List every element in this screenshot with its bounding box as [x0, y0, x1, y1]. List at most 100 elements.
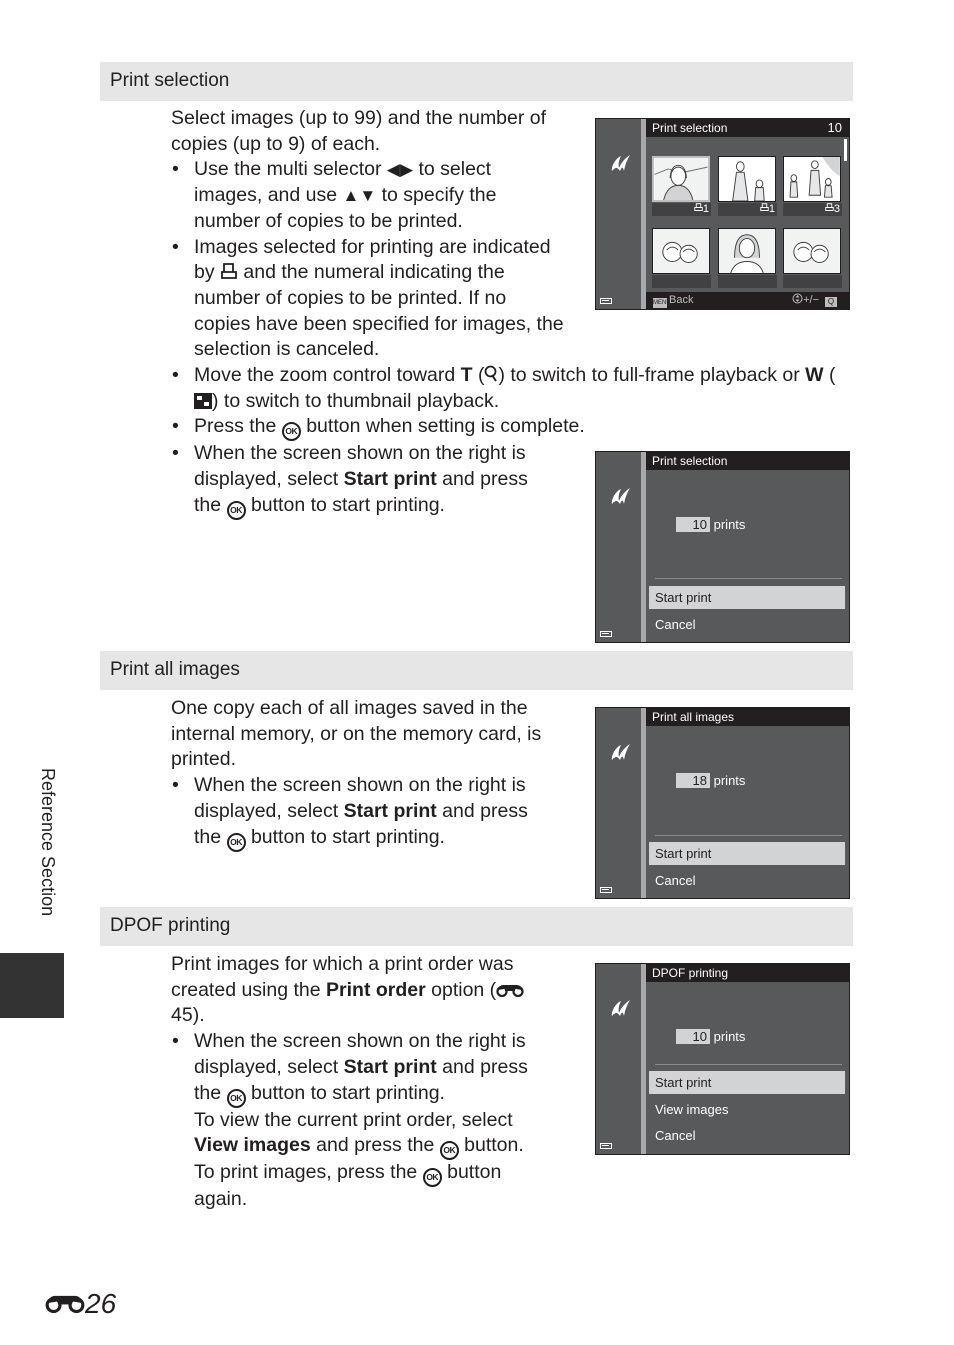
pictbridge-icon — [609, 999, 631, 1017]
battery-icon — [600, 1143, 612, 1149]
bold-text: View images — [194, 1134, 311, 1157]
pictbridge-icon — [609, 154, 631, 172]
camera-screen-print-selection-thumbnails: Print selection 10 1 1 3 MENUBack +/− Q — [595, 118, 850, 310]
ok-button-icon: OK — [281, 422, 301, 442]
thumbnail-woman-portrait[interactable] — [718, 228, 776, 274]
menu-item-start-print[interactable]: Start print — [649, 1071, 845, 1094]
scrollbar[interactable] — [844, 139, 847, 161]
dpof-text: Print images for which a print order was… — [171, 952, 571, 1213]
screen-bottom-bar: MENUBack +/− Q — [646, 292, 849, 309]
thumbnail-flowers[interactable] — [652, 228, 710, 274]
text: and press the — [310, 1134, 440, 1157]
text: and the numeral indicating the number of… — [194, 261, 564, 361]
thumbnail-flowers-2[interactable] — [783, 228, 841, 274]
screen-divider — [641, 119, 646, 309]
bullet-press-ok: Press the OK button when setting is comp… — [171, 414, 851, 442]
text: Press the — [194, 415, 282, 438]
bullet-start-print: When the screen shown on the right is di… — [171, 441, 543, 520]
prints-count: 10 prints — [676, 517, 745, 533]
zoom-magnifier-icon — [485, 365, 498, 382]
menu-item-start-print[interactable]: Start print — [649, 586, 845, 609]
screen-title-bar: Print selection — [646, 452, 849, 470]
menu-separator — [655, 1064, 842, 1065]
section-heading-print-all-images: Print all images — [100, 651, 853, 690]
thumbnail-family[interactable] — [783, 156, 841, 202]
print-order-icon — [760, 203, 769, 212]
thumbnail-print-count: 1 — [718, 203, 777, 216]
screen-divider — [641, 964, 646, 1154]
thumbnail-icon — [194, 392, 212, 409]
bullet-start-print: When the screen shown on the right is di… — [171, 1029, 543, 1108]
battery-icon — [600, 298, 612, 304]
prints-count: 10 prints — [676, 1029, 745, 1045]
tele-label: T — [460, 364, 473, 386]
ok-button-icon: OK — [226, 832, 246, 852]
page-reference[interactable]: 45 — [171, 1004, 193, 1026]
left-right-arrows-icon: ◀▶ — [386, 160, 414, 180]
screen-divider — [641, 708, 646, 898]
menu-item-cancel[interactable]: Cancel — [649, 1124, 845, 1147]
text: ) to switch to thumbnail playback. — [212, 389, 500, 412]
zoom-key-icon: Q — [825, 297, 837, 307]
screen-title-bar: DPOF printing — [646, 964, 849, 982]
section-heading-dpof-printing: DPOF printing — [100, 907, 853, 946]
text: To print images, press the — [194, 1161, 423, 1184]
camera-screen-dpof-printing: DPOF printing 10 prints Start print View… — [595, 963, 850, 1155]
bullet-multi-selector: Use the multi selector ◀▶ to select imag… — [171, 157, 516, 234]
section-heading-text: Print selection — [110, 70, 230, 91]
side-tab-text: Reference Section — [38, 768, 58, 917]
back-label[interactable]: Back — [669, 294, 693, 306]
section-heading-text: Print all images — [110, 659, 240, 680]
thumbnail-woman-child[interactable] — [718, 156, 776, 202]
battery-icon — [600, 631, 612, 637]
bold-text: Start print — [343, 1055, 437, 1078]
section-heading-print-selection: Print selection — [100, 62, 853, 101]
bullet-start-print: When the screen shown on the right is di… — [171, 773, 543, 852]
ok-button-icon: OK — [226, 500, 246, 520]
text: button to start printing. — [245, 1081, 445, 1104]
screen-left-panel — [596, 708, 641, 898]
print-images-note: To print images, press the OK button aga… — [171, 1160, 543, 1213]
screen-left-panel — [596, 452, 641, 642]
menu-item-start-print[interactable]: Start print — [649, 842, 845, 865]
page-number-text: 26 — [85, 1288, 117, 1319]
print-order-icon — [221, 263, 237, 280]
side-tab-marker — [0, 953, 64, 1018]
prints-count: 18 prints — [676, 773, 745, 789]
ok-button-icon: OK — [226, 1088, 246, 1108]
thumbnail-print-count: 3 — [783, 203, 842, 216]
screen-left-panel — [596, 119, 641, 309]
text: Use the multi selector — [194, 158, 387, 181]
pictbridge-icon — [609, 743, 631, 761]
screen-divider — [641, 452, 646, 642]
wide-label: W — [805, 364, 824, 386]
screen-title-bar: Print all images — [646, 708, 849, 726]
menu-key-icon: MENU — [653, 298, 671, 308]
text: ) to switch to full-frame playback or — [498, 364, 806, 386]
thumbnail-print-count — [783, 275, 842, 288]
prints-label: prints — [713, 1029, 746, 1044]
intro-paragraph: Print images for which a print order was… — [171, 952, 536, 1029]
intro-paragraph: Select images (up to 99) and the number … — [171, 107, 547, 155]
count: 1 — [702, 203, 709, 215]
bold-text: Print order — [326, 978, 426, 1001]
bold-text: Start print — [343, 468, 437, 491]
text: button to start printing. — [245, 493, 445, 516]
screen-left-panel — [596, 964, 641, 1154]
camera-screen-print-selection-confirm: Print selection 10 prints Start print Ca… — [595, 451, 850, 643]
text: option ( — [425, 978, 497, 1001]
text: ). — [192, 1004, 205, 1027]
page-number: 26 — [45, 1288, 116, 1320]
print-all-text: One copy each of all images saved in the… — [171, 696, 571, 852]
text: ( — [472, 364, 485, 386]
pictbridge-icon — [609, 487, 631, 505]
section-heading-text: DPOF printing — [110, 915, 231, 936]
menu-item-cancel[interactable]: Cancel — [649, 869, 845, 892]
menu-item-cancel[interactable]: Cancel — [649, 613, 845, 636]
text: To view the current print order, select — [194, 1108, 513, 1131]
menu-item-view-images[interactable]: View images — [649, 1098, 845, 1121]
thumbnail-woman-lake[interactable] — [652, 156, 710, 202]
screen-title: Print selection — [652, 121, 728, 135]
thumbnail-print-count — [718, 275, 777, 288]
adjust-hint: +/− Q — [792, 292, 837, 309]
